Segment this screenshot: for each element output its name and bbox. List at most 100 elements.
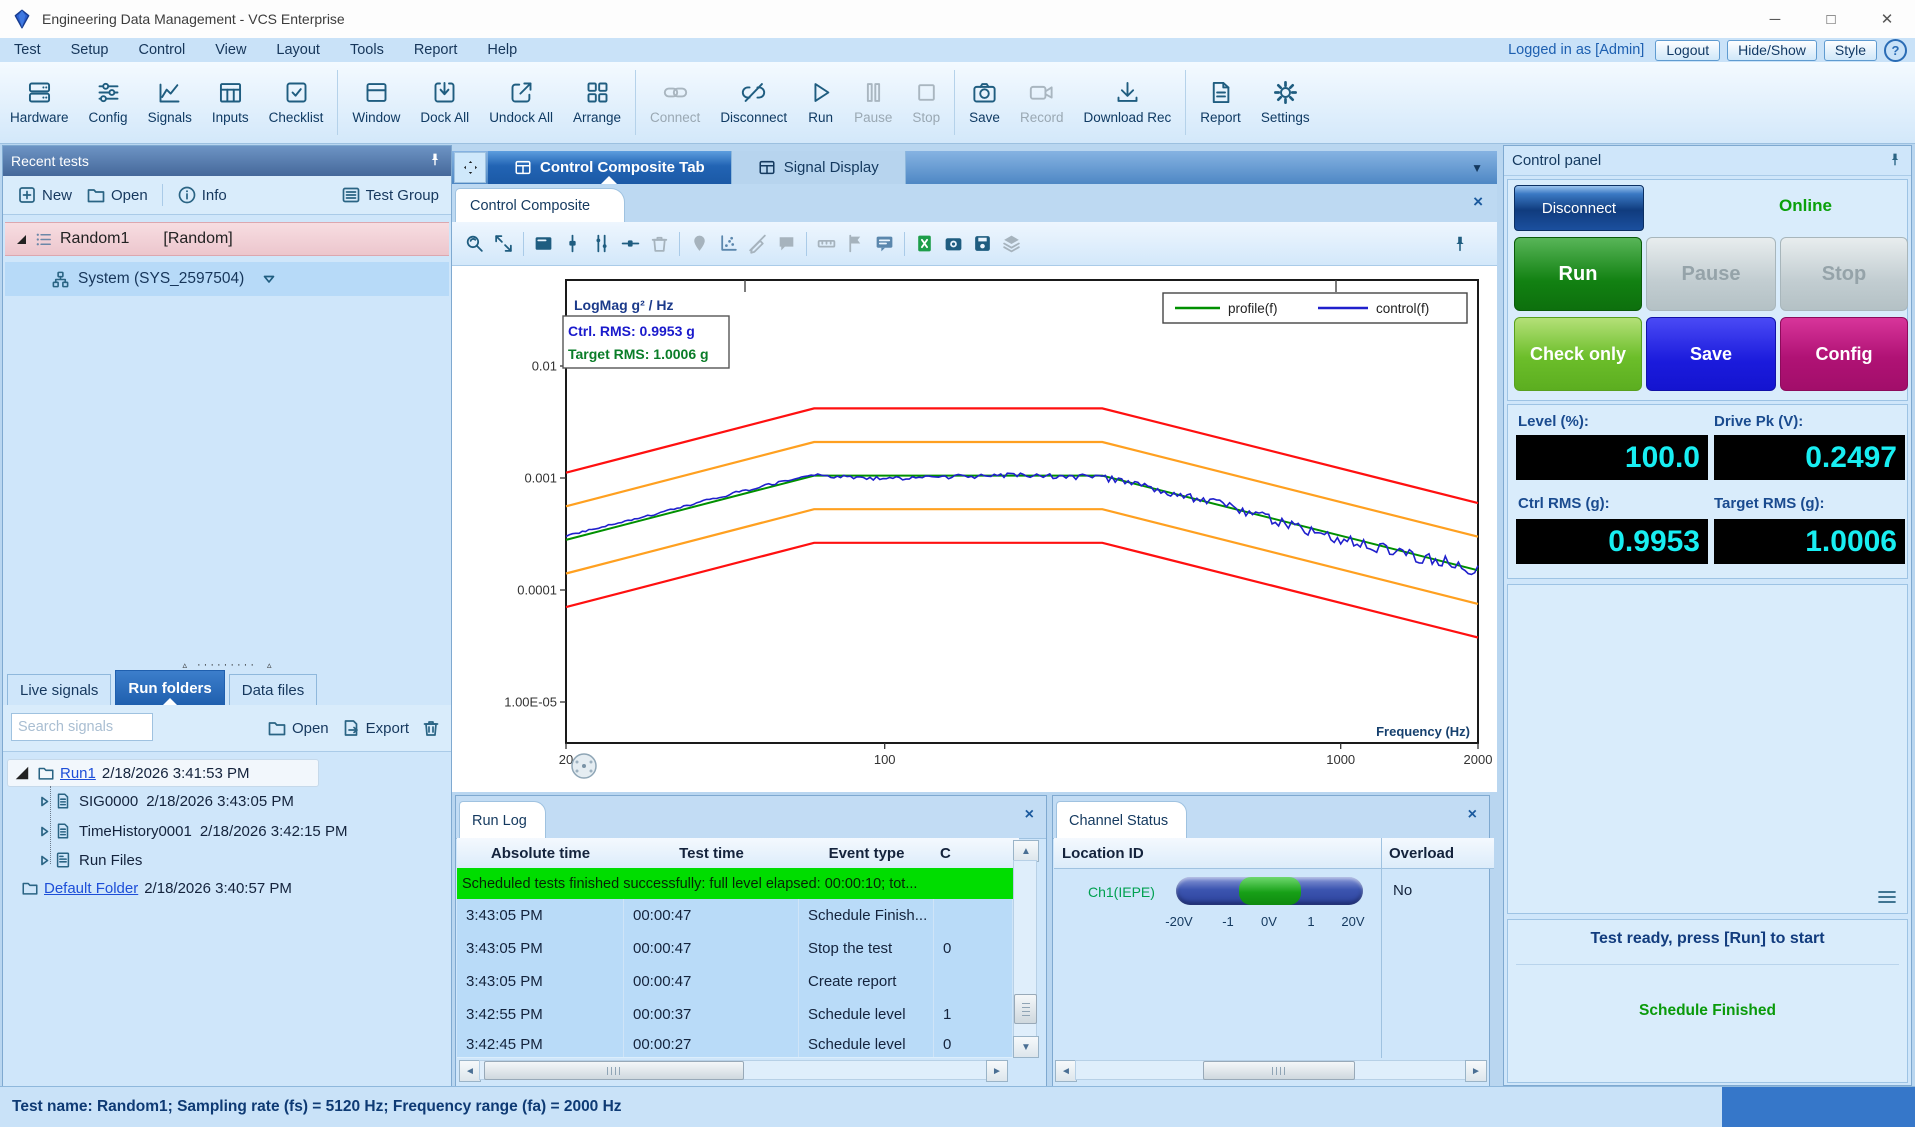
tab-channel-status[interactable]: Channel Status	[1056, 801, 1187, 839]
default-folder-link[interactable]: Default Folder	[44, 880, 138, 897]
zoom-expand-icon[interactable]	[493, 233, 514, 254]
run1-link[interactable]: Run1	[60, 765, 96, 782]
save-button[interactable]: Save	[1646, 317, 1776, 391]
logout-button[interactable]: Logout	[1655, 40, 1720, 61]
pan-sphere-icon[interactable]	[572, 754, 596, 778]
run-log-row[interactable]: 3:43:05 PM00:00:47Create report	[457, 965, 1013, 999]
run-log-row[interactable]: 3:43:05 PM00:00:47Stop the test0	[457, 932, 1013, 966]
recent-test-item-random1[interactable]: Random1 [Random]	[5, 222, 449, 256]
dock-all-button[interactable]: Dock All	[410, 62, 479, 143]
close-icon[interactable]: ×	[1468, 806, 1477, 824]
chevron-down-icon[interactable]	[262, 272, 276, 286]
info-button[interactable]: Info	[177, 185, 227, 205]
menu-report[interactable]: Report	[414, 42, 458, 58]
window-button[interactable]: Window	[342, 62, 410, 143]
col-location-id[interactable]: Location ID	[1054, 838, 1389, 869]
tree-item-timehistory0001[interactable]: TimeHistory0001 2/18/2026 3:42:15 PM	[39, 818, 347, 844]
horizontal-scroll-thumb[interactable]	[1203, 1061, 1355, 1080]
comment-icon[interactable]	[776, 233, 797, 254]
style-button[interactable]: Style	[1824, 40, 1877, 61]
tree-item-run1[interactable]: Run1 2/18/2026 3:41:53 PM	[7, 759, 319, 787]
help-button[interactable]: ?	[1884, 39, 1907, 62]
zoom-reset-icon[interactable]	[464, 233, 485, 254]
trash-icon[interactable]	[421, 718, 441, 738]
disconnect-button[interactable]: Disconnect	[710, 62, 797, 143]
save-image-icon[interactable]	[972, 233, 993, 254]
cursor-horizontal-icon[interactable]	[620, 233, 641, 254]
menu-control[interactable]: Control	[139, 42, 186, 58]
menu-help[interactable]: Help	[487, 42, 517, 58]
run-button[interactable]: Run	[1514, 237, 1642, 311]
config-button[interactable]: Config	[79, 62, 138, 143]
scroll-left-button[interactable]: ◄	[1055, 1060, 1077, 1082]
check-only-button[interactable]: Check only	[1514, 317, 1642, 391]
open-test-button[interactable]: Open	[86, 185, 148, 205]
col-overload[interactable]: Overload	[1381, 838, 1494, 869]
pin-icon[interactable]	[1887, 152, 1903, 168]
tab-list-dropdown[interactable]: ▼	[1471, 161, 1483, 175]
chevron-right-icon[interactable]	[39, 855, 50, 866]
col-truncated[interactable]: C	[934, 838, 1019, 869]
tree-item-run-files[interactable]: Run Files	[39, 847, 150, 873]
menu-test[interactable]: Test	[14, 42, 41, 58]
undock-all-button[interactable]: Undock All	[479, 62, 563, 143]
save-button[interactable]: Save	[959, 62, 1010, 143]
layers-icon[interactable]	[1001, 233, 1022, 254]
note-icon[interactable]	[874, 233, 895, 254]
col-test-time[interactable]: Test time	[624, 838, 799, 869]
hardware-button[interactable]: Hardware	[0, 62, 79, 143]
disconnect-button[interactable]: Disconnect	[1514, 185, 1644, 231]
settings-button[interactable]: Settings	[1251, 62, 1320, 143]
close-icon[interactable]: ×	[1025, 806, 1034, 824]
expander-icon[interactable]	[15, 233, 28, 246]
close-icon[interactable]: ×	[1473, 192, 1483, 212]
move-tab-button[interactable]	[454, 152, 486, 183]
search-input[interactable]	[11, 713, 153, 741]
tab-run-folders[interactable]: Run folders	[115, 670, 224, 705]
close-button[interactable]: ✕	[1859, 0, 1915, 38]
cursor-dual-icon[interactable]	[591, 233, 612, 254]
tab-data-files[interactable]: Data files	[229, 674, 318, 705]
pause-button[interactable]: Pause	[1646, 237, 1776, 311]
inputs-button[interactable]: Inputs	[202, 62, 259, 143]
delete-trace-icon[interactable]	[649, 233, 670, 254]
horizontal-scroll-thumb[interactable]	[484, 1061, 744, 1080]
marker-icon[interactable]	[689, 233, 710, 254]
hamburger-menu-icon[interactable]	[1877, 889, 1897, 905]
maximize-button[interactable]: □	[1803, 0, 1859, 38]
run-button[interactable]: Run	[797, 62, 844, 143]
chevron-right-icon[interactable]	[39, 826, 50, 837]
scroll-right-button[interactable]: ►	[1465, 1060, 1487, 1082]
hide-show-button[interactable]: Hide/Show	[1727, 40, 1817, 61]
checklist-button[interactable]: Checklist	[259, 62, 334, 143]
chevron-right-icon[interactable]	[39, 796, 50, 807]
tab-control-composite-tab[interactable]: Control Composite Tab	[488, 151, 732, 184]
test-group-button[interactable]: Test Group	[341, 185, 439, 205]
scroll-left-button[interactable]: ◄	[459, 1060, 481, 1082]
run-log-row[interactable]: 3:43:05 PM00:00:47Schedule Finish...	[457, 899, 1013, 933]
download-rec-button[interactable]: Download Rec	[1073, 62, 1181, 143]
open-run-button[interactable]: Open	[267, 718, 329, 738]
snapshot-camera-icon[interactable]	[943, 233, 964, 254]
flag-icon[interactable]	[845, 233, 866, 254]
scroll-down-button[interactable]: ▼	[1013, 1036, 1039, 1058]
pen-off-icon[interactable]	[747, 233, 768, 254]
new-test-button[interactable]: New	[17, 185, 72, 205]
stop-button[interactable]: Stop	[1780, 237, 1908, 311]
splitter-handle[interactable]: ▵·········▵	[3, 659, 451, 671]
export-button[interactable]: Export	[341, 718, 409, 738]
menu-tools[interactable]: Tools	[350, 42, 384, 58]
tree-item-default-folder[interactable]: Default Folder 2/18/2026 3:40:57 PM	[21, 875, 292, 901]
arrange-button[interactable]: Arrange	[563, 62, 631, 143]
ruler-icon[interactable]	[816, 233, 837, 254]
run-log-row[interactable]: 3:42:45 PM00:00:27Schedule level0	[457, 1031, 1013, 1058]
tree-item-sig0000[interactable]: SIG0000 2/18/2026 3:43:05 PM	[39, 788, 294, 814]
minimize-button[interactable]: ─	[1747, 0, 1803, 38]
pin-icon[interactable]	[1451, 235, 1469, 253]
tab-run-log[interactable]: Run Log	[459, 801, 546, 839]
config-button[interactable]: Config	[1780, 317, 1908, 391]
col-event-type[interactable]: Event type	[799, 838, 934, 869]
scroll-up-button[interactable]: ▲	[1013, 840, 1039, 862]
tab-signal-display[interactable]: Signal Display	[732, 151, 906, 184]
pin-icon[interactable]	[427, 152, 443, 168]
